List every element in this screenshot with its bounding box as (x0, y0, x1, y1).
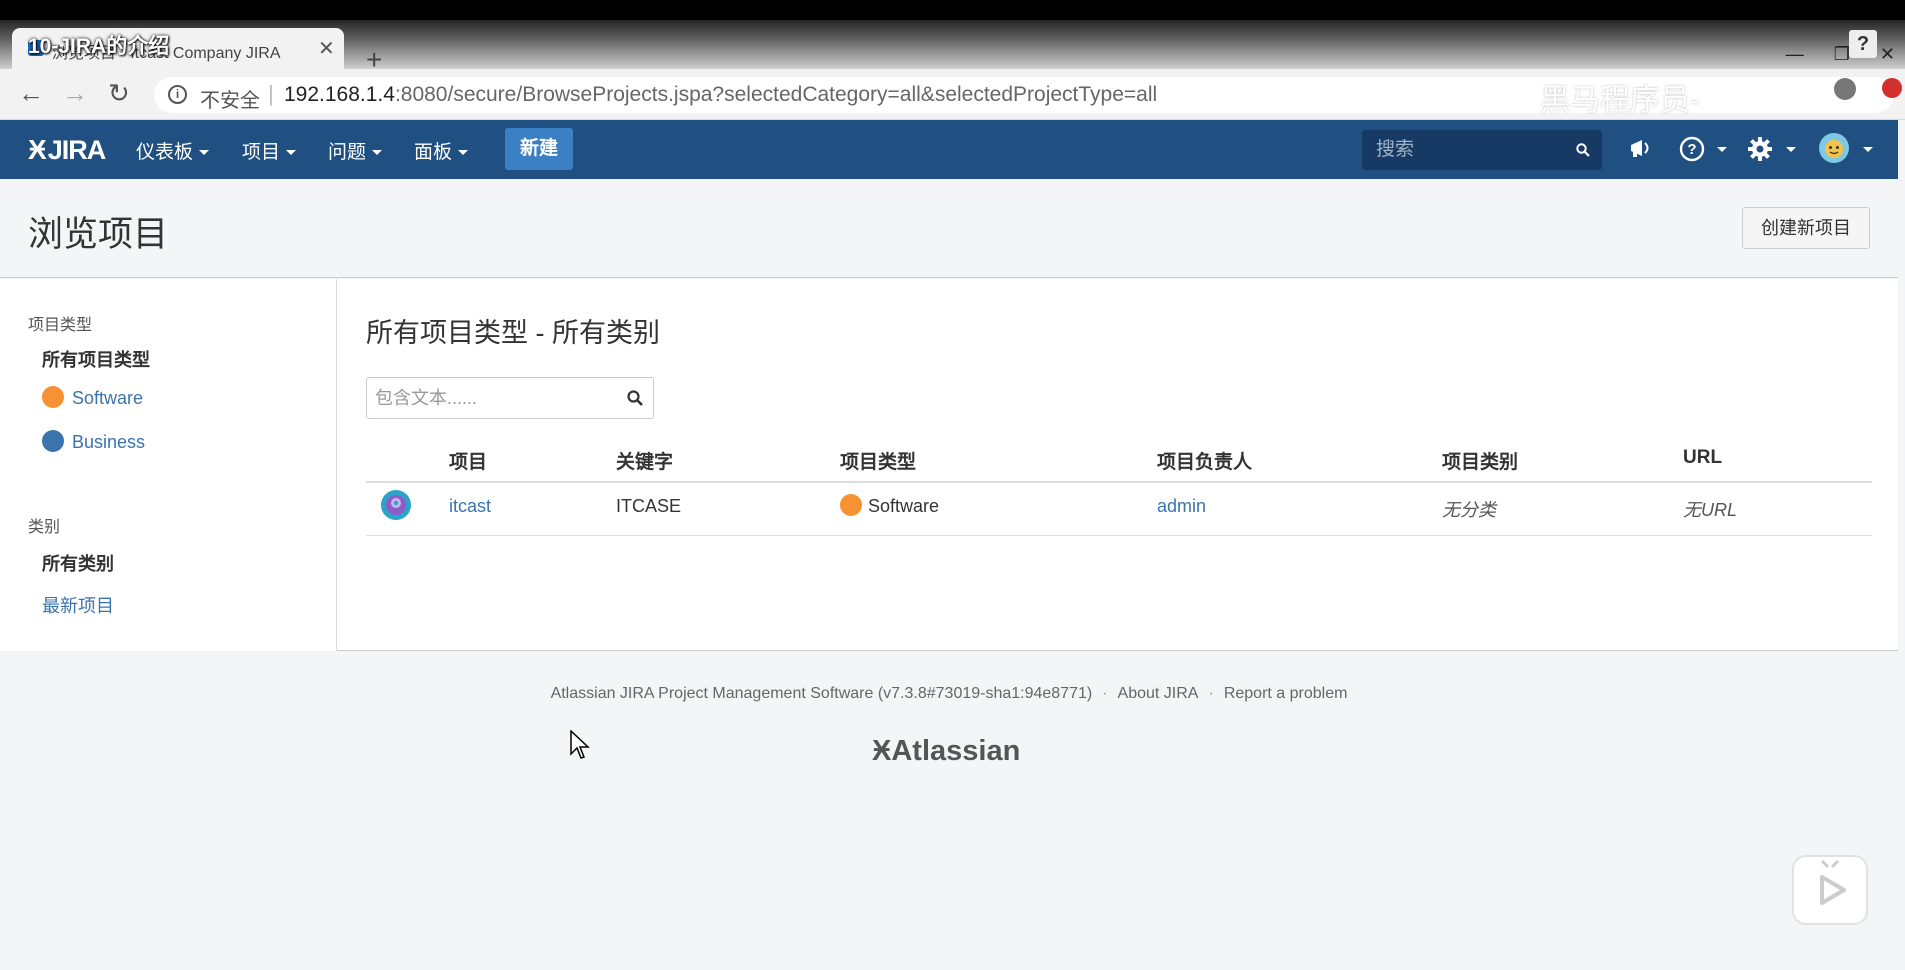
tab-close-icon[interactable]: ✕ (318, 36, 335, 61)
header-search-input[interactable] (1362, 130, 1562, 170)
chevron-down-icon (1717, 147, 1727, 152)
jira-header: ӾJIRA 仪表板 项目 问题 面板 新建 ? (0, 120, 1898, 179)
minimize-icon[interactable]: — (1786, 44, 1804, 65)
megaphone-icon[interactable] (1628, 135, 1654, 161)
nav-dashboards[interactable]: 仪表板 (136, 137, 210, 164)
nav-boards[interactable]: 面板 (414, 137, 469, 164)
sidebar: 项目类型 所有项目类型 Software Business 类别 所有类别 最新… (0, 279, 337, 651)
column-header-url[interactable]: URL (1683, 447, 1722, 469)
chevron-down-icon (1863, 147, 1873, 152)
nav-label: 问题 (328, 142, 367, 163)
svg-text:?: ? (1687, 141, 1696, 158)
url-text: 192.168.1.4:8080/secure/BrowseProjects.j… (284, 83, 1157, 107)
footer-separator: · (1208, 685, 1214, 702)
help-window-icon[interactable]: ? (1849, 30, 1877, 58)
window-controls: — ❐ ✕ (1786, 44, 1905, 65)
url-separator: | (268, 81, 274, 106)
row-divider (366, 535, 1872, 536)
sidebar-item-label: Business (72, 432, 146, 452)
project-type: Software (840, 494, 940, 518)
profile-icon[interactable] (1834, 78, 1856, 100)
project-lead-link[interactable]: admin (1157, 496, 1206, 517)
nav-issues[interactable]: 问题 (328, 137, 383, 164)
search-icon[interactable] (1576, 143, 1590, 157)
restore-icon[interactable]: ❐ (1834, 44, 1850, 65)
sidebar-item-business[interactable]: Business (42, 430, 146, 454)
column-header-project[interactable]: 项目 (449, 447, 487, 474)
url-host: 192.168.1.4 (284, 83, 395, 106)
reload-icon[interactable]: ↻ (108, 79, 130, 107)
project-type-label: Software (868, 496, 940, 516)
back-icon[interactable]: ← (18, 79, 44, 107)
footer-product-text: Atlassian JIRA Project Management Softwa… (550, 685, 1093, 702)
about-jira-link[interactable]: About JIRA (1118, 685, 1199, 702)
nav-label: 面板 (414, 142, 453, 163)
project-avatar-icon (381, 490, 411, 520)
nav-label: 仪表板 (136, 142, 194, 163)
mouse-cursor-icon (570, 730, 590, 759)
chevron-down-icon (199, 150, 210, 156)
column-header-type[interactable]: 项目类型 (840, 447, 916, 474)
browser-tab-bar: 浏览项目 - Itcast Company JIRA ✕ + — ❐ ✕ (0, 20, 1905, 74)
create-button[interactable]: 新建 (505, 128, 573, 170)
jira-logo[interactable]: ӾJIRA (28, 134, 107, 166)
section-title: 所有项目类型 - 所有类别 (366, 318, 660, 348)
info-icon[interactable]: i (168, 85, 187, 104)
screen-top-bar (0, 0, 1905, 20)
close-window-icon[interactable]: ✕ (1880, 44, 1895, 65)
not-secure-label: 不安全 (200, 90, 260, 112)
column-header-key[interactable]: 关键字 (616, 447, 673, 474)
chevron-down-icon (1786, 147, 1796, 152)
user-avatar-icon[interactable] (1818, 132, 1850, 164)
play-icon (1820, 859, 1846, 905)
project-category: 无分类 (1442, 500, 1496, 520)
atlassian-mark-icon: Ӿ (872, 735, 892, 767)
business-icon (42, 430, 64, 453)
page-title: 浏览项目 (28, 215, 169, 254)
gear-icon[interactable] (1746, 135, 1774, 163)
chevron-down-icon (286, 150, 297, 156)
software-icon (840, 494, 862, 517)
project-name-link[interactable]: itcast (449, 496, 491, 517)
atlassian-logo[interactable]: ӾAtlassian (872, 735, 1020, 768)
video-title-overlay: 10-JIRA的介绍 (28, 35, 170, 58)
footer-links: Atlassian JIRA Project Management Softwa… (0, 685, 1898, 703)
content-area: 项目类型 所有项目类型 Software Business 类别 所有类别 最新… (0, 279, 1898, 651)
nav-label: 项目 (242, 142, 281, 163)
project-key: ITCASE (616, 496, 682, 516)
nav-projects[interactable]: 项目 (242, 137, 297, 164)
software-icon (42, 386, 64, 409)
sidebar-heading-category: 类别 (28, 519, 61, 536)
chevron-down-icon (458, 150, 469, 156)
search-icon[interactable] (627, 390, 643, 406)
project-url: 无URL (1683, 500, 1738, 520)
address-bar: ← → ↻ i 不安全 | 192.168.1.4:8080/secure/Br… (0, 69, 1905, 120)
header-divider (366, 481, 1872, 483)
forward-icon[interactable]: → (62, 79, 88, 107)
header-search[interactable] (1362, 130, 1602, 170)
video-play-button[interactable] (1792, 855, 1868, 925)
help-icon[interactable]: ? (1678, 135, 1706, 163)
atlassian-logo-text: Atlassian (891, 735, 1021, 767)
column-header-lead[interactable]: 项目负责人 (1157, 447, 1252, 474)
column-header-category[interactable]: 项目类别 (1442, 447, 1518, 474)
sidebar-item-label: Software (72, 388, 144, 408)
report-problem-link[interactable]: Report a problem (1224, 685, 1348, 702)
sidebar-heading-project-type: 项目类型 (28, 317, 93, 334)
watermark-text: 黑马程序员- (1540, 84, 1700, 117)
sidebar-item-all-types[interactable]: 所有项目类型 (42, 346, 150, 372)
sidebar-item-all-categories[interactable]: 所有类别 (42, 550, 114, 576)
extension-icon[interactable] (1882, 78, 1902, 98)
logo-text: JIRA (47, 135, 107, 165)
filter-input[interactable] (367, 378, 617, 418)
atlassian-logo-icon: Ӿ (28, 134, 47, 165)
footer-separator: · (1102, 685, 1108, 702)
url-path: :8080/secure/BrowseProjects.jspa?selecte… (394, 83, 1158, 106)
filter-box[interactable] (366, 377, 654, 419)
sidebar-item-software[interactable]: Software (42, 386, 144, 410)
page-header: 浏览项目 创建新项目 (0, 179, 1898, 278)
create-project-button[interactable]: 创建新项目 (1742, 207, 1870, 249)
sidebar-item-recent[interactable]: 最新项目 (42, 592, 114, 618)
chevron-down-icon (372, 150, 383, 156)
